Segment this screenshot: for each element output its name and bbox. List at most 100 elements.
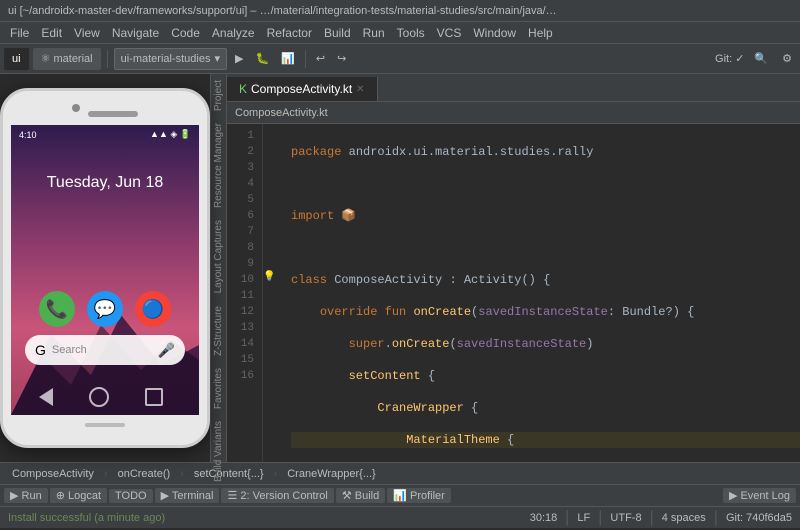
todo-button[interactable]: TODO [109,489,153,503]
menu-refactor[interactable]: Refactor [261,22,318,43]
profile-button[interactable]: 📊 [277,50,299,67]
sidebar-item-favorites[interactable]: Favorites [211,362,226,415]
encoding: UTF-8 [610,512,641,524]
menu-tools[interactable]: Tools [391,22,431,43]
terminal-button[interactable]: ▶ Terminal [155,488,220,503]
code-line-9: CraneWrapper { [291,400,800,416]
code-line-10: MaterialTheme { [291,432,800,448]
sidebar-item-build-variants[interactable]: Build Variants [211,415,226,488]
dropdown-label: ui-material-studies [121,53,211,65]
breadcrumb-oncreate[interactable]: onCreate() [110,465,179,483]
phone-nav-buttons [21,387,181,407]
toolbar-divider-1 [107,50,108,68]
phone-dock-icons: 📞 💬 🔵 [21,291,189,327]
kotlin-file-icon: K [239,82,247,96]
search-everywhere-button[interactable]: 🔍 [750,50,772,67]
breadcrumb-setcontent[interactable]: setContent{...} [186,465,272,483]
menu-run[interactable]: Run [357,22,391,43]
phone-home-button[interactable] [89,387,109,407]
phone-date: Tuesday, Jun 18 [11,174,199,192]
line-numbers: 1 2 3 4 5 6 7 8 9 10 11 12 13 14 15 16 [227,124,263,462]
gutter-icon-line10[interactable]: 💡 [263,271,275,282]
event-log-button[interactable]: ▶ Event Log [723,488,796,503]
logcat-button[interactable]: ⊕ Logcat [50,488,107,503]
code-line-3: import 📦 [291,208,800,224]
phone-screen[interactable]: 4:10 ▲▲ ◈ 🔋 Tuesday, Jun 18 [11,125,199,415]
code-line-1: package androidx.ui.material.studies.ral… [291,144,800,160]
git-commit: Git: 740f6da5 [726,512,792,524]
indent-setting: 4 spaces [662,512,706,524]
chevron-down-icon: ▾ [214,52,220,65]
phone-icon-chrome[interactable]: 🔵 [135,291,171,327]
sidebar-item-project[interactable]: Project [211,74,226,117]
menu-window[interactable]: Window [467,22,522,43]
google-logo: G [35,342,46,358]
search-placeholder: Search [52,344,87,356]
toolbar: ui ⚛ material ui-material-studies ▾ ▶ 🐛 … [0,44,800,74]
redo-button[interactable]: ↪ [333,50,350,67]
sidebar-item-zstructure[interactable]: Z-Structure [211,300,226,362]
menu-view[interactable]: View [68,22,106,43]
code-area[interactable]: package androidx.ui.material.studies.ral… [283,124,800,462]
title-bar-text: ui [~/androidx-master-dev/frameworks/sup… [8,5,557,17]
menu-code[interactable]: Code [165,22,206,43]
phone-chin-bar [85,423,125,427]
left-side-tabs: Project Resource Manager Layout Captures… [211,74,227,462]
phone-chin [3,415,207,435]
phone-app-icons-area: 📞 💬 🔵 G Search 🎤 [21,275,189,365]
code-line-5: class ComposeActivity : Activity() { [291,272,800,288]
menu-navigate[interactable]: Navigate [106,22,165,43]
phone-device: 4:10 ▲▲ ◈ 🔋 Tuesday, Jun 18 [0,88,210,448]
run-button[interactable]: ▶ [231,50,247,67]
status-bar: Install successful (a minute ago) 30:18 … [0,506,800,528]
sidebar-item-layout-captures[interactable]: Layout Captures [211,214,226,299]
code-line-7: super.onCreate(savedInstanceState) [291,336,800,352]
phone-camera [72,104,80,112]
mic-icon: 🎤 [158,342,175,359]
run-tool-button[interactable]: ▶ Run [4,488,48,503]
sidebar-item-resource-manager[interactable]: Resource Manager [211,117,226,214]
code-line-8: setContent { [291,368,800,384]
build-button[interactable]: ⚒ Build [336,488,385,503]
version-control-button[interactable]: ☰ 2: Version Control [221,488,333,503]
tab-close-icon[interactable]: ✕ [356,84,364,95]
toolbar-dropdown-config[interactable]: ui-material-studies ▾ [114,48,227,70]
phone-emulator-panel: 4:10 ▲▲ ◈ 🔋 Tuesday, Jun 18 [0,74,211,462]
code-line-2 [291,176,800,192]
cursor-position: 30:18 [530,512,558,524]
phone-icon-messages[interactable]: 💬 [87,291,123,327]
phone-searchbar[interactable]: G Search 🎤 [25,335,185,365]
git-status: Git: ✓ [715,52,744,65]
phone-signal: ▲▲ ◈ 🔋 [150,129,191,140]
phone-speaker [88,111,138,117]
tab-filename: ComposeActivity.kt [251,82,352,96]
profiler-button[interactable]: 📊 Profiler [387,488,451,503]
line-ending: LF [577,512,590,524]
method-breadcrumb-bar: ComposeActivity › onCreate() › setConten… [0,462,800,484]
gutter: 💡 [263,124,283,462]
menu-vcs[interactable]: VCS [431,22,468,43]
path-bar: ComposeActivity.kt [227,102,800,124]
menu-build[interactable]: Build [318,22,357,43]
menu-edit[interactable]: Edit [35,22,68,43]
menu-help[interactable]: Help [522,22,559,43]
menu-analyze[interactable]: Analyze [206,22,261,43]
build-panel: ▶ Run ⊕ Logcat TODO ▶ Terminal ☰ 2: Vers… [0,484,800,506]
editor-content[interactable]: 1 2 3 4 5 6 7 8 9 10 11 12 13 14 15 16 [227,124,800,462]
phone-recents-button[interactable] [145,388,163,406]
install-status: Install successful (a minute ago) [8,512,165,524]
settings-button[interactable]: ⚙ [778,50,796,67]
toolbar-tab-material[interactable]: ⚛ material [33,48,101,70]
editor-tabs: K ComposeActivity.kt ✕ [227,74,800,102]
breadcrumb-compose-activity[interactable]: ComposeActivity [4,465,102,483]
phone-back-button[interactable] [39,388,53,406]
toolbar-tab-ui[interactable]: ui [4,48,29,70]
phone-icon-phone[interactable]: 📞 [39,291,75,327]
undo-button[interactable]: ↩ [312,50,329,67]
menu-bar: File Edit View Navigate Code Analyze Ref… [0,22,800,44]
debug-button[interactable]: 🐛 [251,50,273,67]
editor-tab-compose-activity[interactable]: K ComposeActivity.kt ✕ [227,77,378,101]
menu-file[interactable]: File [4,22,35,43]
editor-area: K ComposeActivity.kt ✕ ComposeActivity.k… [227,74,800,462]
breadcrumb-cranewrapper[interactable]: CraneWrapper{...} [279,465,383,483]
